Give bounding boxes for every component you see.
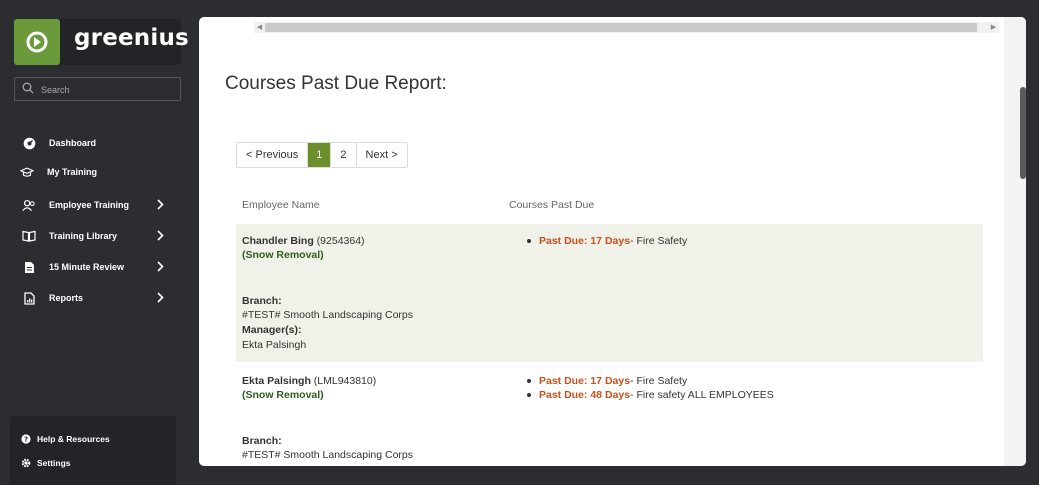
greenius-logo-icon (14, 19, 60, 65)
book-icon (22, 229, 36, 243)
svg-text:?: ? (24, 436, 28, 444)
page-title: Courses Past Due Report: (225, 73, 447, 94)
page-2-button[interactable]: 2 (331, 143, 357, 167)
sidebar-item-my-training[interactable]: My Training (20, 162, 170, 182)
previous-page-button[interactable]: < Previous (237, 143, 309, 167)
document-icon (22, 260, 36, 274)
report-content: ◀ ▶ Courses Past Due Report: < Previous … (216, 17, 1004, 466)
sidebar-item-label: Dashboard (49, 138, 97, 148)
column-header-employee: Employee Name (242, 199, 320, 211)
sidebar-item-employee-training[interactable]: Employee Training (22, 195, 172, 215)
branch-value: #TEST# Smooth Landscaping Corps (242, 449, 414, 461)
sidebar-item-label: Reports (49, 293, 84, 303)
report-icon (22, 291, 36, 305)
sidebar-item-label: My Training (47, 167, 98, 177)
manager-value: Ekta Palsingh (242, 339, 307, 351)
search-icon (22, 82, 34, 94)
users-icon (22, 198, 36, 212)
employee-name: Chandler Bing (9254364) (242, 235, 365, 247)
manager-label: Manager(s): (242, 324, 302, 336)
help-resources-label: Help & Resources (37, 434, 110, 444)
brand-name: greenius (74, 25, 189, 51)
past-due-item: Past Due: 17 Days - Fire Safety (527, 235, 687, 247)
search-input[interactable] (39, 80, 173, 100)
brand[interactable]: greenius (14, 19, 189, 65)
help-icon: ? (21, 434, 31, 444)
chevron-right-icon (157, 292, 164, 303)
sidebar-item-label: 15 Minute Review (49, 262, 125, 272)
employee-department-link[interactable]: (Snow Removal) (242, 389, 324, 401)
branch-value: #TEST# Smooth Landscaping Corps (242, 309, 414, 321)
sidebar-bottom-panel: ? Help & Resources Settings (10, 416, 176, 485)
branch-label: Branch: (242, 295, 282, 307)
vertical-scrollbar[interactable] (1004, 17, 1026, 466)
branch-label: Branch: (242, 435, 282, 447)
settings-label: Settings (37, 458, 71, 468)
chevron-right-icon (157, 261, 164, 272)
sidebar-item-reports[interactable]: Reports (22, 288, 172, 308)
graduation-cap-icon (20, 165, 34, 179)
vertical-scrollbar-thumb[interactable] (1020, 87, 1026, 179)
past-due-item: Past Due: 17 Days - Fire Safety (527, 375, 687, 387)
chevron-right-icon (157, 199, 164, 210)
employee-name: Ekta Palsingh (LML943810) (242, 375, 377, 387)
sidebar-item-label: Employee Training (49, 200, 130, 210)
sidebar-item-15-minute-review[interactable]: 15 Minute Review (22, 257, 172, 277)
help-resources-link[interactable]: ? Help & Resources (21, 431, 110, 447)
sidebar-item-training-library[interactable]: Training Library (22, 226, 172, 246)
page-1-button[interactable]: 1 (308, 143, 332, 167)
horizontal-scrollbar-thumb[interactable] (265, 23, 977, 32)
employee-department-link[interactable]: (Snow Removal) (242, 249, 324, 261)
dashboard-icon (22, 136, 36, 150)
search-box[interactable] (14, 77, 181, 101)
settings-link[interactable]: Settings (21, 455, 71, 471)
sidebar: greenius Dashboard My Training Employee … (0, 0, 196, 485)
horizontal-scrollbar[interactable]: ◀ ▶ (254, 22, 999, 33)
sidebar-item-dashboard[interactable]: Dashboard (22, 133, 172, 153)
scroll-right-icon[interactable]: ▶ (988, 22, 999, 33)
past-due-item: Past Due: 48 Days - Fire safety ALL EMPL… (527, 389, 774, 401)
main-panel: ◀ ▶ Courses Past Due Report: < Previous … (199, 17, 1026, 466)
gear-icon (21, 458, 31, 468)
next-page-button[interactable]: Next > (357, 143, 407, 167)
column-header-courses: Courses Past Due (509, 199, 595, 211)
pagination: < Previous 1 2 Next > (236, 142, 408, 168)
scroll-left-icon[interactable]: ◀ (254, 22, 265, 33)
chevron-right-icon (157, 230, 164, 241)
sidebar-item-label: Training Library (49, 231, 118, 241)
